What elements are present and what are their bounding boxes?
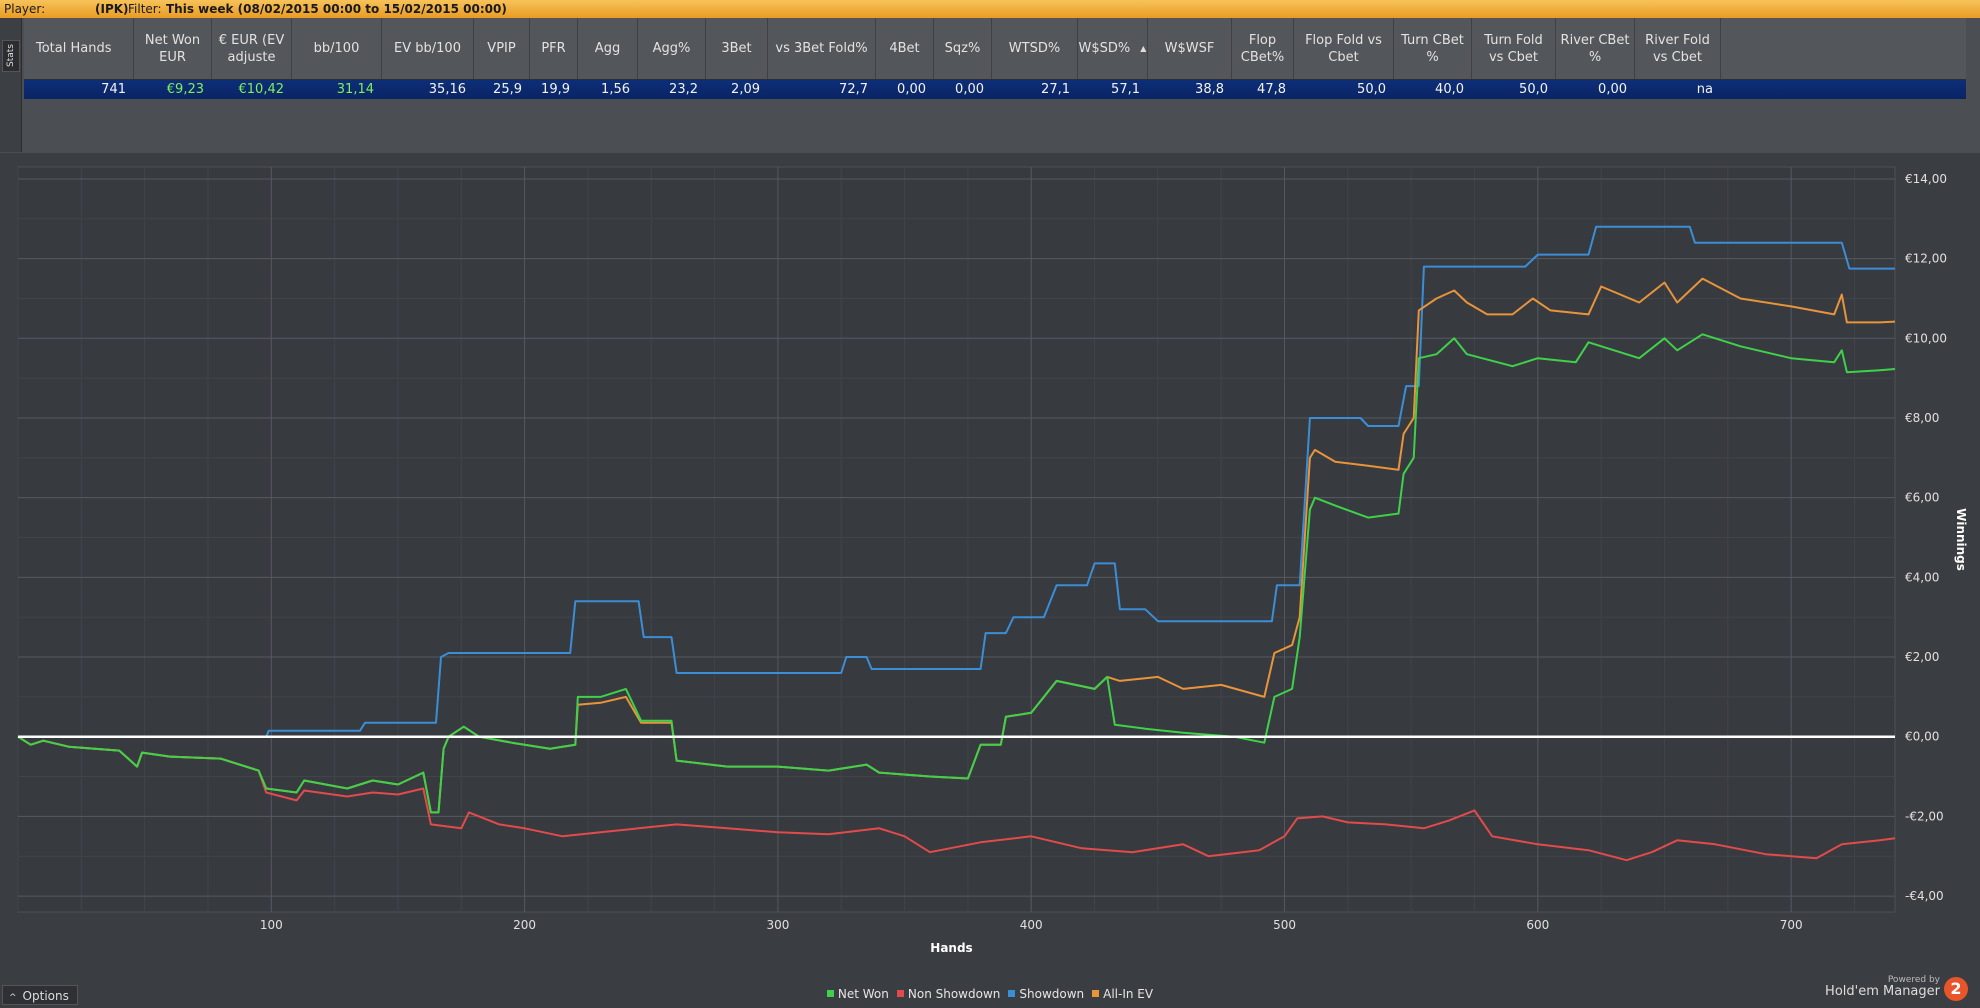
y-tick-label: €14,00 bbox=[1905, 172, 1947, 186]
y-tick-label: €10,00 bbox=[1905, 331, 1947, 345]
powered-by: Powered by Hold'em Manager bbox=[1825, 975, 1940, 999]
x-tick-label: 100 bbox=[260, 918, 283, 932]
legend-item[interactable]: Non Showdown bbox=[896, 986, 1001, 1001]
hm2-logo-icon: 2 bbox=[1944, 977, 1968, 1001]
legend-swatch bbox=[896, 990, 904, 997]
y-tick-label: -€2,00 bbox=[1905, 809, 1944, 823]
y-axis-title: Winnings bbox=[1954, 508, 1968, 571]
plot-area bbox=[17, 166, 1896, 913]
legend-label: All-In EV bbox=[1103, 986, 1154, 1001]
winnings-chart: 100 200 300 400 500 600 700 €14,00 €12,00 €10,00 €… bbox=[17, 166, 1968, 955]
x-tick-label: 400 bbox=[1020, 918, 1043, 932]
legend-label: Showdown bbox=[1019, 986, 1085, 1001]
x-tick-label: 300 bbox=[766, 918, 789, 932]
legend-swatch bbox=[1092, 990, 1100, 997]
y-tick-label: €8,00 bbox=[1905, 411, 1939, 425]
legend-item[interactable]: Showdown bbox=[1008, 987, 1084, 1001]
y-tick-label: €2,00 bbox=[1905, 650, 1939, 664]
legend-label: Non Showdown bbox=[907, 986, 1001, 1001]
x-tick-label: 200 bbox=[513, 918, 536, 932]
legend-item[interactable]: All-In EV bbox=[1092, 987, 1153, 1001]
y-tick-label: -€4,00 bbox=[1905, 889, 1944, 903]
x-axis-title: Hands bbox=[930, 941, 972, 955]
legend-label: Net Won bbox=[837, 986, 889, 1001]
legend-swatch bbox=[826, 990, 834, 997]
y-tick-label: €12,00 bbox=[1905, 252, 1947, 266]
x-tick-label: 600 bbox=[1526, 918, 1549, 932]
chart-legend: Net Won Non Showdown Showdown All-In EV bbox=[0, 986, 1980, 1001]
brand-name: Hold'em Manager bbox=[1825, 984, 1940, 999]
legend-item[interactable]: Net Won bbox=[826, 986, 889, 1001]
x-tick-label: 500 bbox=[1273, 918, 1296, 932]
x-tick-label: 700 bbox=[1780, 918, 1803, 932]
y-tick-label: €6,00 bbox=[1905, 491, 1939, 505]
y-tick-label: €0,00 bbox=[1905, 730, 1939, 744]
legend-swatch bbox=[1008, 990, 1016, 997]
y-tick-label: €4,00 bbox=[1905, 570, 1939, 584]
